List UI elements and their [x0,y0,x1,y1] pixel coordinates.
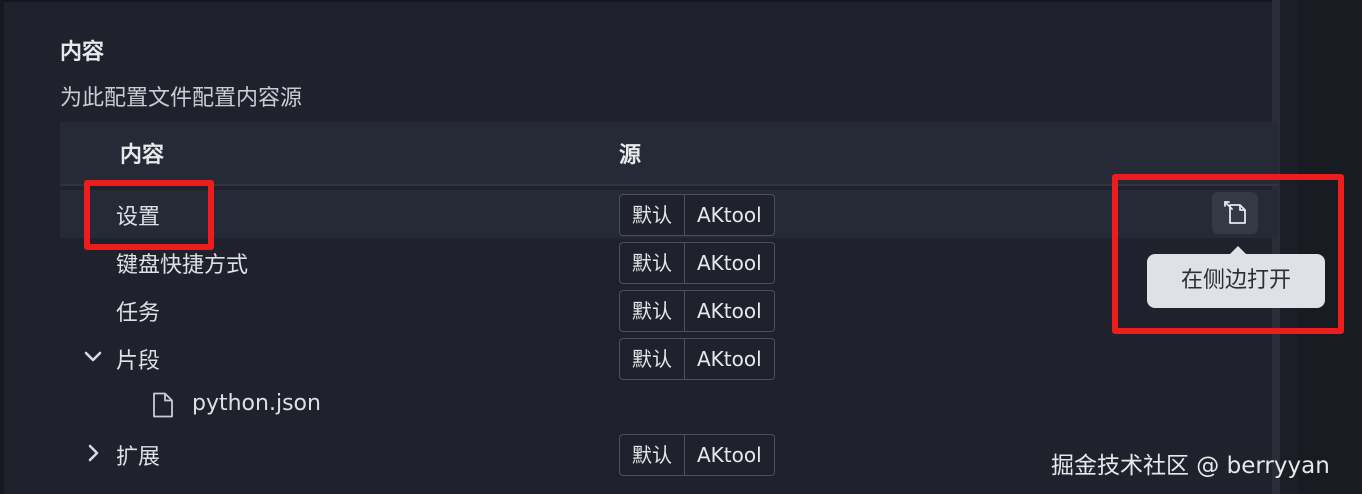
source-selector[interactable]: 默认 AKtool [619,338,775,380]
source-profile-button[interactable]: AKtool [684,243,774,283]
source-selector[interactable]: 默认 AKtool [619,290,775,332]
file-icon [153,392,173,418]
source-profile-button[interactable]: AKtool [684,195,774,235]
source-selector[interactable]: 默认 AKtool [619,242,775,284]
table-row-tasks[interactable]: 任务 默认 AKtool [60,286,1278,334]
row-label: 扩展 [116,445,161,470]
table-row-settings[interactable]: 设置 默认 AKtool [60,190,1278,238]
source-default-button[interactable]: 默认 [620,339,684,379]
table-row-python-json[interactable]: python.json [60,382,1278,430]
section-title: 内容 [60,40,105,65]
chevron-down-icon[interactable] [82,346,104,368]
source-selector[interactable]: 默认 AKtool [619,434,775,476]
source-default-button[interactable]: 默认 [620,291,684,331]
window-left-edge [0,0,4,494]
annotation-highlight-open-side [1112,174,1344,334]
table-row-snippets[interactable]: 片段 默认 AKtool [60,334,1278,382]
table-row-keybindings[interactable]: 键盘快捷方式 默认 AKtool [60,238,1278,286]
watermark: 掘金技术社区 @ berryyan [1051,453,1330,479]
window-top-edge [0,0,1362,2]
row-label: python.json [192,391,321,416]
column-header-source: 源 [619,143,642,168]
source-selector[interactable]: 默认 AKtool [619,194,775,236]
source-default-button[interactable]: 默认 [620,195,684,235]
source-default-button[interactable]: 默认 [620,243,684,283]
table-header: 内容 源 [60,122,1278,186]
source-default-button[interactable]: 默认 [620,435,684,475]
row-label: 键盘快捷方式 [116,253,249,278]
row-label: 任务 [116,301,161,326]
source-profile-button[interactable]: AKtool [684,291,774,331]
chevron-right-icon[interactable] [82,442,104,464]
section-description: 为此配置文件配置内容源 [60,86,303,111]
row-label: 片段 [116,349,161,374]
source-profile-button[interactable]: AKtool [684,339,774,379]
column-header-content: 内容 [120,143,165,168]
annotation-highlight-settings [84,180,214,250]
source-profile-button[interactable]: AKtool [684,435,774,475]
